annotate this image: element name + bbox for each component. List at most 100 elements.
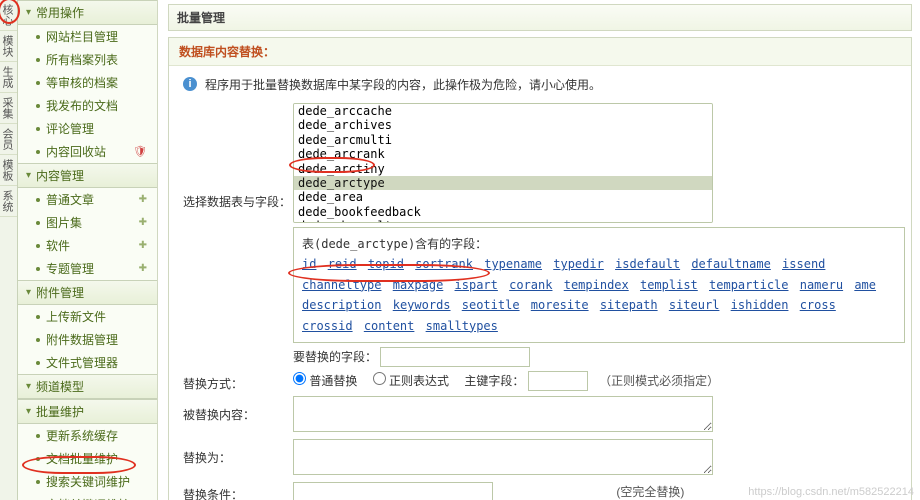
lefttab-1[interactable]: 模块 xyxy=(0,31,17,62)
field-link-siteurl[interactable]: siteurl xyxy=(669,298,720,312)
bullet-icon xyxy=(36,315,40,319)
bullet-icon xyxy=(36,361,40,365)
menu-item-0-0[interactable]: 网站栏目管理 xyxy=(18,25,157,48)
lefttab-5[interactable]: 模板 xyxy=(0,155,17,186)
label-select-table: 选择数据表与字段： xyxy=(183,103,293,210)
label-condition: 替换条件： xyxy=(183,482,293,500)
plus-icon: ✚ xyxy=(139,217,147,228)
menu-item-4-0[interactable]: 更新系统缓存 xyxy=(18,424,157,447)
menu-item-1-2[interactable]: 软件✚ xyxy=(18,234,157,257)
field-link-channeltype[interactable]: channeltype xyxy=(302,278,381,292)
field-link-sitepath[interactable]: sitepath xyxy=(600,298,658,312)
plus-icon: ✚ xyxy=(139,194,147,205)
pk-input[interactable] xyxy=(528,371,588,391)
shield-icon: 🛡 xyxy=(133,145,147,158)
menu-group-2[interactable]: ▾附件管理 xyxy=(18,280,157,305)
menu-item-0-2[interactable]: 等审核的档案 xyxy=(18,71,157,94)
bullet-icon xyxy=(36,480,40,484)
field-link-ishidden[interactable]: ishidden xyxy=(731,298,789,312)
lefttab-6[interactable]: 系统 xyxy=(0,186,17,217)
replace-textarea[interactable] xyxy=(293,439,713,475)
chevron-down-icon: ▾ xyxy=(26,381,31,392)
condition-hint: (空完全替换) xyxy=(616,485,684,499)
field-link-corank[interactable]: corank xyxy=(509,278,552,292)
field-link-seotitle[interactable]: seotitle xyxy=(462,298,520,312)
field-link-cross[interactable]: cross xyxy=(800,298,836,312)
field-link-smalltypes[interactable]: smalltypes xyxy=(426,319,498,333)
field-link-ame[interactable]: ame xyxy=(854,278,876,292)
bullet-icon xyxy=(36,221,40,225)
bullet-icon xyxy=(36,198,40,202)
field-link-topid[interactable]: topid xyxy=(368,257,404,271)
bullet-icon xyxy=(36,434,40,438)
plus-icon: ✚ xyxy=(139,263,147,274)
bullet-icon xyxy=(36,81,40,85)
menu-group-4[interactable]: ▾批量维护 xyxy=(18,399,157,424)
bullet-icon xyxy=(36,244,40,248)
menu-item-4-3[interactable]: 文档关键词维护 xyxy=(18,493,157,500)
menu-item-0-5[interactable]: 内容回收站🛡 xyxy=(18,140,157,163)
bullet-icon xyxy=(36,104,40,108)
field-link-moresite[interactable]: moresite xyxy=(531,298,589,312)
lefttab-4[interactable]: 会员 xyxy=(0,124,17,155)
field-link-temparticle[interactable]: temparticle xyxy=(709,278,788,292)
field-link-description[interactable]: description xyxy=(302,298,381,312)
field-link-tempindex[interactable]: tempindex xyxy=(564,278,629,292)
search-textarea[interactable] xyxy=(293,396,713,432)
menu-item-1-0[interactable]: 普通文章✚ xyxy=(18,188,157,211)
panel-title: 数据库内容替换： xyxy=(169,38,911,66)
fields-box: 表(dede_arctype)含有的字段： id reid topid sort… xyxy=(293,227,905,343)
chevron-down-icon: ▾ xyxy=(26,406,31,417)
field-link-isdefault[interactable]: isdefault xyxy=(615,257,680,271)
menu-item-0-3[interactable]: 我发布的文档 xyxy=(18,94,157,117)
field-link-crossid[interactable]: crossid xyxy=(302,319,353,333)
label-replace-field: 要替换的字段： xyxy=(293,350,377,364)
radio-normal[interactable]: 普通替换 xyxy=(293,374,357,388)
field-link-reid[interactable]: reid xyxy=(328,257,357,271)
bullet-icon xyxy=(36,267,40,271)
lefttab-0[interactable]: 核心 xyxy=(0,0,17,31)
field-link-defaultname[interactable]: defaultname xyxy=(691,257,770,271)
menu-item-2-1[interactable]: 附件数据管理 xyxy=(18,328,157,351)
warning-text: 程序用于批量替换数据库中某字段的内容，此操作极为危险，请小心使用。 xyxy=(205,76,601,93)
condition-input[interactable] xyxy=(293,482,493,500)
menu-group-1[interactable]: ▾内容管理 xyxy=(18,163,157,188)
field-link-sortrank[interactable]: sortrank xyxy=(415,257,473,271)
field-link-templist[interactable]: templist xyxy=(640,278,698,292)
menu-item-2-2[interactable]: 文件式管理器 xyxy=(18,351,157,374)
field-link-nameru[interactable]: nameru xyxy=(800,278,843,292)
menu-group-0[interactable]: ▾常用操作 xyxy=(18,0,157,25)
menu-item-4-1[interactable]: 文档批量维护 xyxy=(18,447,157,470)
menu-item-0-4[interactable]: 评论管理 xyxy=(18,117,157,140)
label-search-for: 被替换内容： xyxy=(183,396,293,423)
lefttab-3[interactable]: 采集 xyxy=(0,93,17,124)
menu-item-2-0[interactable]: 上传新文件 xyxy=(18,305,157,328)
menu-item-4-2[interactable]: 搜索关键词维护 xyxy=(18,470,157,493)
watermark: https://blog.csdn.net/m582522214 xyxy=(748,486,914,498)
bullet-icon xyxy=(36,338,40,342)
bullet-icon xyxy=(36,127,40,131)
radio-regex[interactable]: 正则表达式 xyxy=(373,374,449,388)
field-link-issend[interactable]: issend xyxy=(782,257,825,271)
menu-item-1-1[interactable]: 图片集✚ xyxy=(18,211,157,234)
field-link-keywords[interactable]: keywords xyxy=(393,298,451,312)
field-link-ispart[interactable]: ispart xyxy=(455,278,498,292)
replace-field-input[interactable] xyxy=(380,347,530,367)
menu-item-1-3[interactable]: 专题管理✚ xyxy=(18,257,157,280)
menu-group-3[interactable]: ▾频道模型 xyxy=(18,374,157,399)
field-link-maxpage[interactable]: maxpage xyxy=(393,278,444,292)
table-select[interactable]: dede_arccachedede_archivesdede_arcmultid… xyxy=(293,103,713,223)
field-link-typename[interactable]: typename xyxy=(484,257,542,271)
lefttab-2[interactable]: 生成 xyxy=(0,62,17,93)
label-replace-with: 替换为： xyxy=(183,439,293,466)
bullet-icon xyxy=(36,150,40,154)
field-link-content[interactable]: content xyxy=(364,319,415,333)
chevron-down-icon: ▾ xyxy=(26,7,31,18)
menu-item-0-1[interactable]: 所有档案列表 xyxy=(18,48,157,71)
plus-icon: ✚ xyxy=(139,240,147,251)
breadcrumb: 批量管理 xyxy=(168,4,912,31)
bullet-icon xyxy=(36,35,40,39)
chevron-down-icon: ▾ xyxy=(26,287,31,298)
field-link-id[interactable]: id xyxy=(302,257,316,271)
field-link-typedir[interactable]: typedir xyxy=(553,257,604,271)
